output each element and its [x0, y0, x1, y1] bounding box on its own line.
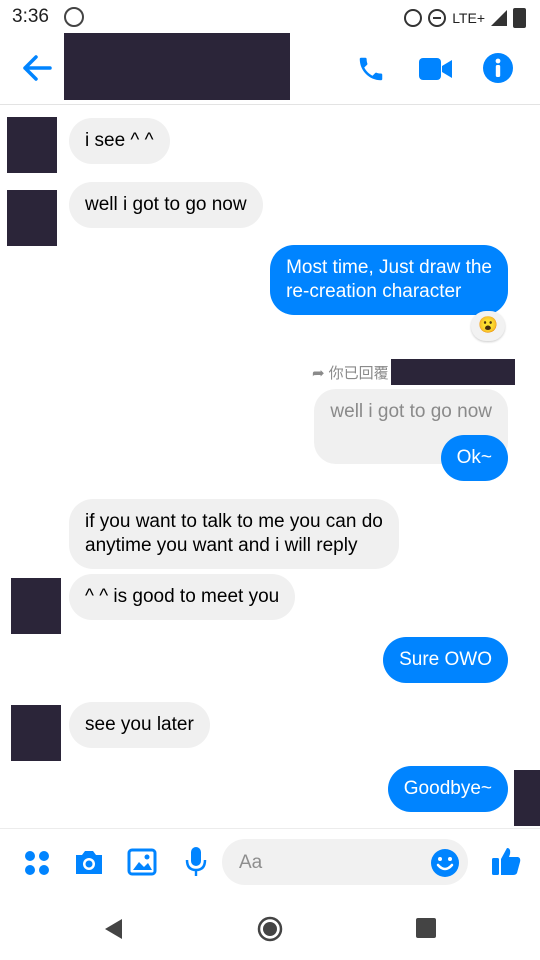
camera-icon[interactable]: [73, 848, 105, 876]
phone-call-icon[interactable]: [356, 54, 386, 84]
messenger-notification-icon: [64, 7, 84, 27]
message-incoming[interactable]: i see ^ ^: [69, 118, 170, 164]
dnd-icon: [428, 9, 447, 27]
message-outgoing[interactable]: Most time, Just draw the re-creation cha…: [270, 245, 508, 315]
battery-icon: [513, 8, 526, 28]
gallery-icon[interactable]: [127, 848, 157, 876]
info-icon[interactable]: [482, 52, 514, 84]
message-incoming[interactable]: ^ ^ is good to meet you: [69, 574, 296, 620]
video-call-icon[interactable]: [418, 56, 454, 82]
thumbs-up-icon[interactable]: [490, 845, 522, 877]
contact-name-redacted[interactable]: [64, 33, 290, 100]
avatar[interactable]: [11, 578, 61, 634]
message-incoming[interactable]: if you want to talk to me you can do any…: [69, 499, 399, 569]
message-outgoing[interactable]: Sure OWO: [383, 637, 508, 683]
reaction-badge[interactable]: 😮: [471, 311, 505, 341]
back-nav-icon[interactable]: [102, 917, 124, 941]
message-outgoing[interactable]: Ok~: [440, 435, 508, 481]
signal-icon: [491, 10, 507, 26]
avatar[interactable]: [7, 117, 57, 173]
reply-label: 你已回覆: [328, 365, 389, 382]
message-line: anytime you want and i will reply: [85, 535, 358, 556]
message-line: if you want to talk to me you can do: [85, 511, 383, 532]
reply-indicator: ➦ 你已回覆: [312, 362, 389, 383]
home-nav-icon[interactable]: [257, 916, 283, 942]
message-incoming[interactable]: well i got to go now: [69, 182, 263, 228]
emoji-icon[interactable]: [430, 848, 460, 878]
network-label: LTE+: [452, 10, 485, 26]
read-receipt-avatar: [514, 770, 540, 826]
alarm-icon: [404, 9, 423, 27]
reply-target-redacted: [391, 359, 515, 385]
message-incoming[interactable]: see you later: [69, 702, 210, 748]
message-outgoing[interactable]: Goodbye~: [387, 766, 508, 812]
back-arrow-icon[interactable]: [22, 54, 52, 82]
message-input-placeholder: Aa: [239, 852, 263, 873]
status-icons: LTE+: [404, 8, 526, 28]
avatar[interactable]: [11, 705, 61, 761]
reply-arrow-icon: ➦: [312, 364, 325, 382]
microphone-icon[interactable]: [184, 846, 208, 878]
status-time: 3:36: [12, 6, 49, 27]
avatar[interactable]: [7, 190, 57, 246]
more-actions-icon[interactable]: [24, 850, 50, 876]
message-line: Most time, Just draw the: [286, 257, 492, 278]
message-line: re-creation character: [286, 281, 462, 302]
recents-nav-icon[interactable]: [416, 918, 436, 938]
